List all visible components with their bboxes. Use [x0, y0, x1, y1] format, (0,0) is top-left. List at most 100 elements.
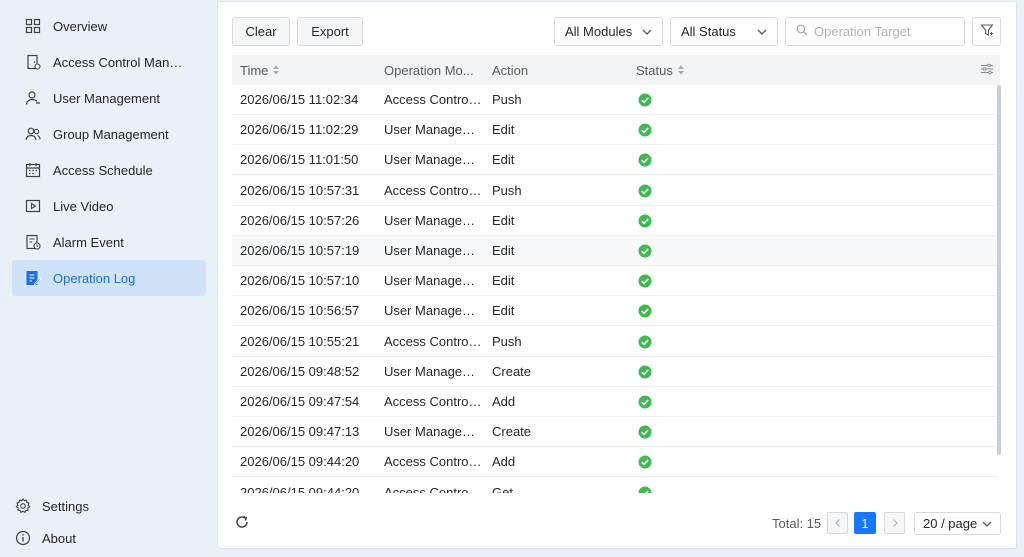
time-cell: 2026/06/15 10:55:21	[240, 333, 360, 349]
success-status-icon	[638, 145, 668, 175]
action-cell: Edit	[492, 212, 515, 228]
table-row[interactable]: 2026/06/15 10:57:19 User Managem... Edit	[232, 236, 998, 266]
info-icon	[14, 529, 32, 547]
success-status-icon	[638, 206, 668, 236]
column-time[interactable]: Time	[240, 55, 280, 85]
table-row[interactable]: 2026/06/15 11:02:29 User Managem... Edit	[232, 115, 998, 146]
action-cell: Add	[492, 394, 516, 409]
success-status-icon	[638, 357, 668, 387]
alarm-icon	[24, 233, 42, 251]
module-cell: Access Control...	[384, 394, 482, 409]
advanced-filter-button[interactable]	[972, 17, 1001, 46]
action-cell: Push	[492, 92, 522, 107]
action-cell: Edit	[492, 122, 515, 138]
operation-target-search[interactable]	[785, 17, 965, 46]
time-cell: 2026/06/15 09:44:20	[240, 484, 360, 493]
sidebar-item-label: User Management	[53, 90, 160, 106]
chevron-down-icon	[981, 518, 993, 533]
sidebar-item-access-schedule[interactable]: Access Schedule	[12, 152, 206, 188]
sidebar-item-label: Overview	[53, 18, 108, 34]
export-button[interactable]: Export	[297, 17, 363, 46]
page-number-current[interactable]: 1	[854, 512, 876, 534]
modules-select[interactable]: All Modules	[554, 17, 663, 46]
refresh-icon[interactable]	[234, 514, 250, 533]
sidebar-item-group-management[interactable]: Group Management	[12, 116, 206, 152]
grid-icon	[24, 17, 42, 35]
module-cell: User Managem...	[384, 424, 482, 440]
table-row[interactable]: 2026/06/15 09:44:20 Access Control... Add	[232, 447, 998, 478]
column-status-label: Status	[636, 62, 673, 78]
action-cell: Add	[492, 454, 516, 470]
table-row[interactable]: 2026/06/15 10:57:26 User Managem... Edit	[232, 206, 998, 236]
time-cell: 2026/06/15 10:56:57	[240, 303, 360, 319]
column-status[interactable]: Status	[636, 55, 685, 85]
table-scrollbar[interactable]	[997, 85, 1001, 455]
next-page-button[interactable]	[884, 512, 905, 534]
time-cell: 2026/06/15 11:02:34	[240, 92, 359, 107]
door-icon	[24, 53, 42, 71]
sidebar-item-live-video[interactable]: Live Video	[12, 188, 206, 224]
sidebar-item-alarm-event[interactable]: Alarm Event	[12, 224, 206, 260]
action-cell: Edit	[492, 152, 515, 168]
sidebar-item-access-control-management[interactable]: Access Control Management	[12, 44, 206, 80]
prev-page-button[interactable]	[827, 512, 848, 534]
table-row[interactable]: 2026/06/15 10:56:57 User Managem... Edit	[232, 296, 998, 327]
total-count: Total: 15	[772, 516, 822, 531]
sidebar-item-operation-log[interactable]: Operation Log	[12, 260, 206, 296]
table-row[interactable]: 2026/06/15 10:57:10 User Managem... Edit	[232, 266, 998, 297]
success-status-icon	[638, 417, 668, 447]
table-row[interactable]: 2026/06/15 09:47:54 Access Control... Add	[232, 387, 998, 417]
table-row[interactable]: 2026/06/15 11:01:50 User Managem... Edit	[232, 145, 998, 176]
success-status-icon	[638, 296, 668, 326]
log-icon	[24, 269, 42, 287]
sidebar-item-label: About	[42, 530, 76, 546]
sort-icon[interactable]	[272, 64, 280, 76]
success-status-icon	[638, 478, 668, 493]
module-cell: User Managem...	[384, 303, 482, 319]
sidebar-nav: Overview Access Control Management User Ma…	[12, 8, 206, 296]
table-row[interactable]: 2026/06/15 09:48:52 User Managem... Create	[232, 357, 998, 387]
page-size-select[interactable]: 20 / page	[914, 512, 1001, 535]
time-cell: 2026/06/15 10:57:19	[240, 243, 360, 258]
group-icon	[24, 125, 42, 143]
column-action[interactable]: Action	[492, 55, 528, 85]
sidebar-bottom-nav: Settings About	[0, 490, 214, 554]
table-row[interactable]: 2026/06/15 11:02:34 Access Control... Push	[232, 85, 998, 115]
sidebar-item-settings[interactable]: Settings	[0, 490, 214, 522]
chevron-down-icon	[641, 26, 653, 41]
column-settings-icon[interactable]	[980, 62, 994, 79]
success-status-icon	[638, 176, 668, 206]
clear-button[interactable]: Clear	[232, 17, 290, 46]
sidebar-item-label: Alarm Event	[53, 234, 124, 250]
column-operation-module[interactable]: Operation Mo...	[384, 55, 474, 85]
filter-icon	[979, 23, 994, 40]
action-cell: Create	[492, 363, 532, 379]
table-row[interactable]: 2026/06/15 09:44:20 Access Control... Get	[232, 478, 998, 493]
time-cell: 2026/06/15 09:47:13	[240, 424, 360, 440]
action-cell: Edit	[492, 273, 515, 289]
sort-icon[interactable]	[677, 64, 685, 76]
status-select[interactable]: All Status	[670, 17, 778, 46]
table-row[interactable]: 2026/06/15 09:47:13 User Managem... Create	[232, 417, 998, 448]
success-status-icon	[638, 236, 668, 266]
action-cell: Edit	[492, 303, 515, 319]
user-icon	[24, 89, 42, 107]
sidebar-item-label: Access Control Management	[53, 54, 188, 70]
success-status-icon	[638, 266, 668, 296]
success-status-icon	[638, 327, 668, 357]
sidebar-item-overview[interactable]: Overview	[12, 8, 206, 44]
table-row[interactable]: 2026/06/15 10:57:31 Access Control... Push	[232, 176, 998, 206]
table-row[interactable]: 2026/06/15 10:55:21 Access Control... Push	[232, 327, 998, 357]
sidebar-item-about[interactable]: About	[0, 522, 214, 554]
time-cell: 2026/06/15 11:02:29	[240, 122, 359, 138]
module-cell: Access Control...	[384, 484, 482, 493]
sidebar-item-label: Settings	[42, 498, 89, 514]
success-status-icon	[638, 387, 668, 417]
search-input[interactable]	[814, 24, 964, 39]
module-cell: Access Control...	[384, 333, 482, 349]
time-cell: 2026/06/15 09:48:52	[240, 363, 360, 379]
sidebar-item-label: Access Schedule	[53, 162, 153, 178]
sidebar-item-user-management[interactable]: User Management	[12, 80, 206, 116]
time-cell: 2026/06/15 09:47:54	[240, 394, 360, 409]
modules-select-value: All Modules	[565, 24, 633, 39]
